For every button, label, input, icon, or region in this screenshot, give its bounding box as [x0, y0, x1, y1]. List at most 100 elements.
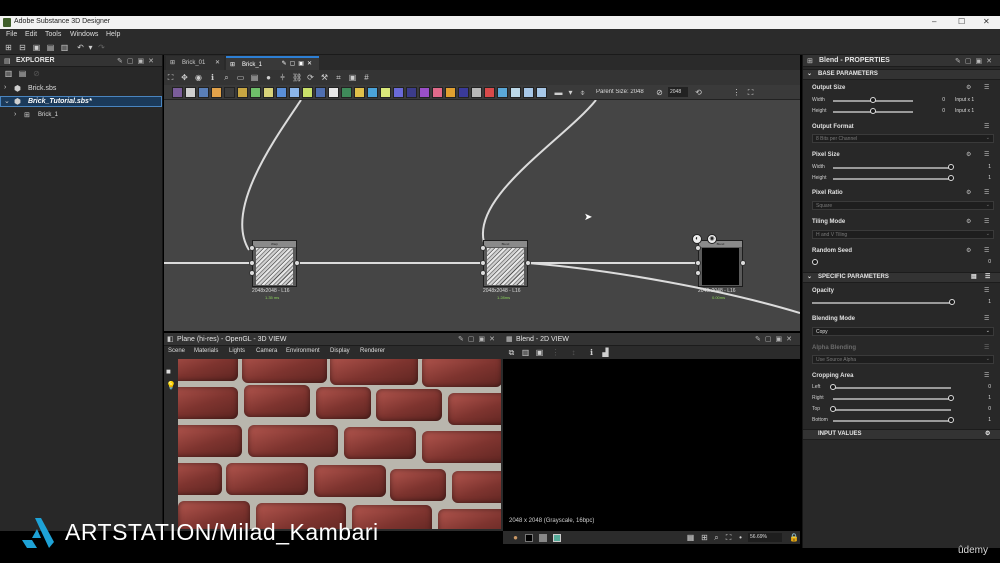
zoom-field[interactable]: 56.69% — [748, 533, 782, 542]
refresh-icon[interactable]: ⟳ — [306, 73, 315, 82]
input-port[interactable] — [249, 245, 255, 251]
crop-icon[interactable]: ⛶ — [724, 533, 733, 542]
node-gradient-map-icon[interactable] — [393, 87, 404, 98]
pixel-width-handle[interactable] — [948, 164, 954, 170]
section-menu-icon[interactable]: ☰ — [985, 273, 990, 280]
expand-arrow-icon[interactable]: › — [4, 84, 6, 91]
node-dot-icon[interactable] — [523, 87, 534, 98]
camera-icon[interactable]: ◉ — [194, 73, 203, 82]
menu-edit[interactable]: Edit — [25, 31, 37, 38]
camera-icon[interactable]: ■ — [166, 367, 171, 376]
tree-item-brick-tutorial[interactable]: ⌄ ⬢ Brick_Tutorial.sbs* — [0, 96, 162, 107]
crop-right-handle[interactable] — [948, 395, 954, 401]
info-icon[interactable]: ℹ — [208, 73, 217, 82]
fit-icon[interactable]: ⧉ — [507, 348, 516, 357]
link-size-icon[interactable]: ⊘ — [655, 88, 664, 97]
parameter-menu-icon[interactable]: ☰ — [984, 344, 989, 351]
random-seed-handle[interactable] — [812, 259, 818, 265]
graph-canvas[interactable]: Warp 2048x2048 - L16 1.35 ms Blend 2048x… — [164, 100, 800, 331]
output-port[interactable] — [740, 260, 746, 266]
pixel-height-slider[interactable] — [833, 178, 951, 180]
tiling-mode-dropdown[interactable]: H and V Tiling ⌄ — [812, 230, 994, 239]
crop-top-slider[interactable] — [833, 409, 951, 411]
channel-icon[interactable]: ⋮ — [551, 348, 560, 357]
output-height-handle[interactable] — [870, 108, 876, 114]
node-directional-icon[interactable] — [380, 87, 391, 98]
node-warp-icon[interactable] — [263, 87, 274, 98]
menu-camera[interactable]: Camera — [256, 348, 277, 354]
input-port[interactable] — [249, 260, 255, 266]
collapse-arrow-icon[interactable]: ⌄ — [4, 97, 10, 105]
minimize-button[interactable]: – — [932, 17, 936, 26]
tree-item-brick-1[interactable]: › ⊞ Brick_1 — [0, 110, 162, 121]
node-pixel-processor-icon[interactable] — [328, 87, 339, 98]
node-hsl-icon[interactable] — [302, 87, 313, 98]
parameter-function-icon[interactable]: ⚙ — [966, 84, 971, 91]
frame-icon[interactable]: ▭ — [236, 73, 245, 82]
save-icon[interactable]: ▥ — [60, 43, 69, 52]
node-input-icon[interactable] — [484, 87, 495, 98]
info-icon[interactable]: ℹ — [587, 348, 596, 357]
panel-controls-icon[interactable]: ✎▢▣✕ — [117, 57, 158, 65]
grid-icon[interactable]: ▦ — [686, 533, 695, 542]
comment-icon[interactable]: ▤ — [250, 73, 259, 82]
node-levels-icon[interactable] — [211, 87, 222, 98]
parameter-function-icon[interactable]: ⚙ — [966, 247, 971, 254]
node-uniform-icon[interactable] — [185, 87, 196, 98]
tab-brick-01[interactable]: Brick_01 ⊞ ✕ — [166, 56, 224, 70]
node-curve-icon[interactable] — [237, 87, 248, 98]
gear-icon[interactable]: ⚙ — [985, 430, 990, 437]
link-icon[interactable]: ⊘ — [32, 69, 41, 78]
close-window-button[interactable]: ✕ — [983, 17, 990, 26]
snap-icon[interactable]: ⌗ — [334, 73, 343, 82]
comment-node-icon[interactable]: ▬ — [554, 88, 563, 97]
expand-arrow-icon[interactable]: › — [14, 111, 16, 118]
crop-bottom-handle[interactable] — [948, 417, 954, 423]
menu-file[interactable]: File — [6, 31, 17, 38]
preset-icon[interactable]: ▤ — [971, 273, 977, 280]
blend-node-selected[interactable]: Blend — [698, 240, 743, 287]
new-package-icon[interactable]: ▣ — [32, 43, 41, 52]
parameter-menu-icon[interactable]: ☰ — [984, 247, 989, 254]
search-icon[interactable]: ⌕ — [222, 73, 231, 82]
specific-parameters-section[interactable]: ⌄ SPECIFIC PARAMETERS ▤ ☰ — [803, 272, 1000, 283]
parameter-menu-icon[interactable]: ☰ — [984, 151, 989, 158]
channel-color-icon[interactable]: ● — [511, 533, 520, 542]
parameter-menu-icon[interactable]: ☰ — [984, 372, 989, 379]
input-port[interactable] — [480, 245, 486, 251]
zoom-icon[interactable]: ⌕ — [712, 533, 721, 542]
node-blend-icon[interactable] — [172, 87, 183, 98]
move-icon[interactable]: ✥ — [180, 73, 189, 82]
input-values-section[interactable]: INPUT VALUES ⚙ — [803, 429, 1000, 440]
menu-environment[interactable]: Environment — [286, 348, 320, 354]
parameter-function-icon[interactable]: ⚙ — [966, 218, 971, 225]
node-sharpen-icon[interactable] — [367, 87, 378, 98]
output-width-handle[interactable] — [870, 97, 876, 103]
pixel-height-handle[interactable] — [948, 175, 954, 181]
copy-icon[interactable]: ▣ — [535, 348, 544, 357]
blend-node[interactable]: Blend — [483, 240, 528, 287]
menu-windows[interactable]: Windows — [70, 31, 98, 38]
dropdown-icon[interactable]: ▾ — [86, 43, 95, 52]
dot-icon[interactable]: • — [736, 533, 745, 542]
open-icon[interactable]: ▤ — [46, 43, 55, 52]
menu-scene[interactable]: Scene — [168, 348, 185, 354]
undo-icon[interactable]: ↶ — [76, 43, 85, 52]
save-package-icon[interactable]: ▥ — [4, 69, 13, 78]
tab-controls-icon[interactable]: ✎▢▣✕ — [282, 60, 315, 67]
node-distance-icon[interactable] — [315, 87, 326, 98]
panel-controls-icon[interactable]: ✎▢▣✕ — [755, 335, 796, 343]
input-port[interactable] — [695, 270, 701, 276]
node-output-icon[interactable] — [497, 87, 508, 98]
node-shuffle-icon[interactable] — [224, 87, 235, 98]
parameter-menu-icon[interactable]: ☰ — [984, 218, 989, 225]
node-text-icon[interactable] — [458, 87, 469, 98]
view-3d-badge-icon[interactable]: ◐ — [692, 234, 702, 244]
node-transform-icon[interactable] — [250, 87, 261, 98]
menu-lights[interactable]: Lights — [229, 348, 245, 354]
checker-bg-icon[interactable] — [553, 534, 561, 542]
2d-viewport[interactable] — [503, 359, 800, 531]
crop-left-slider[interactable] — [833, 387, 951, 389]
frame-all-icon[interactable]: ⛶ — [166, 73, 175, 82]
alpha-blending-dropdown[interactable]: Use Source Alpha ⌄ — [812, 355, 994, 364]
